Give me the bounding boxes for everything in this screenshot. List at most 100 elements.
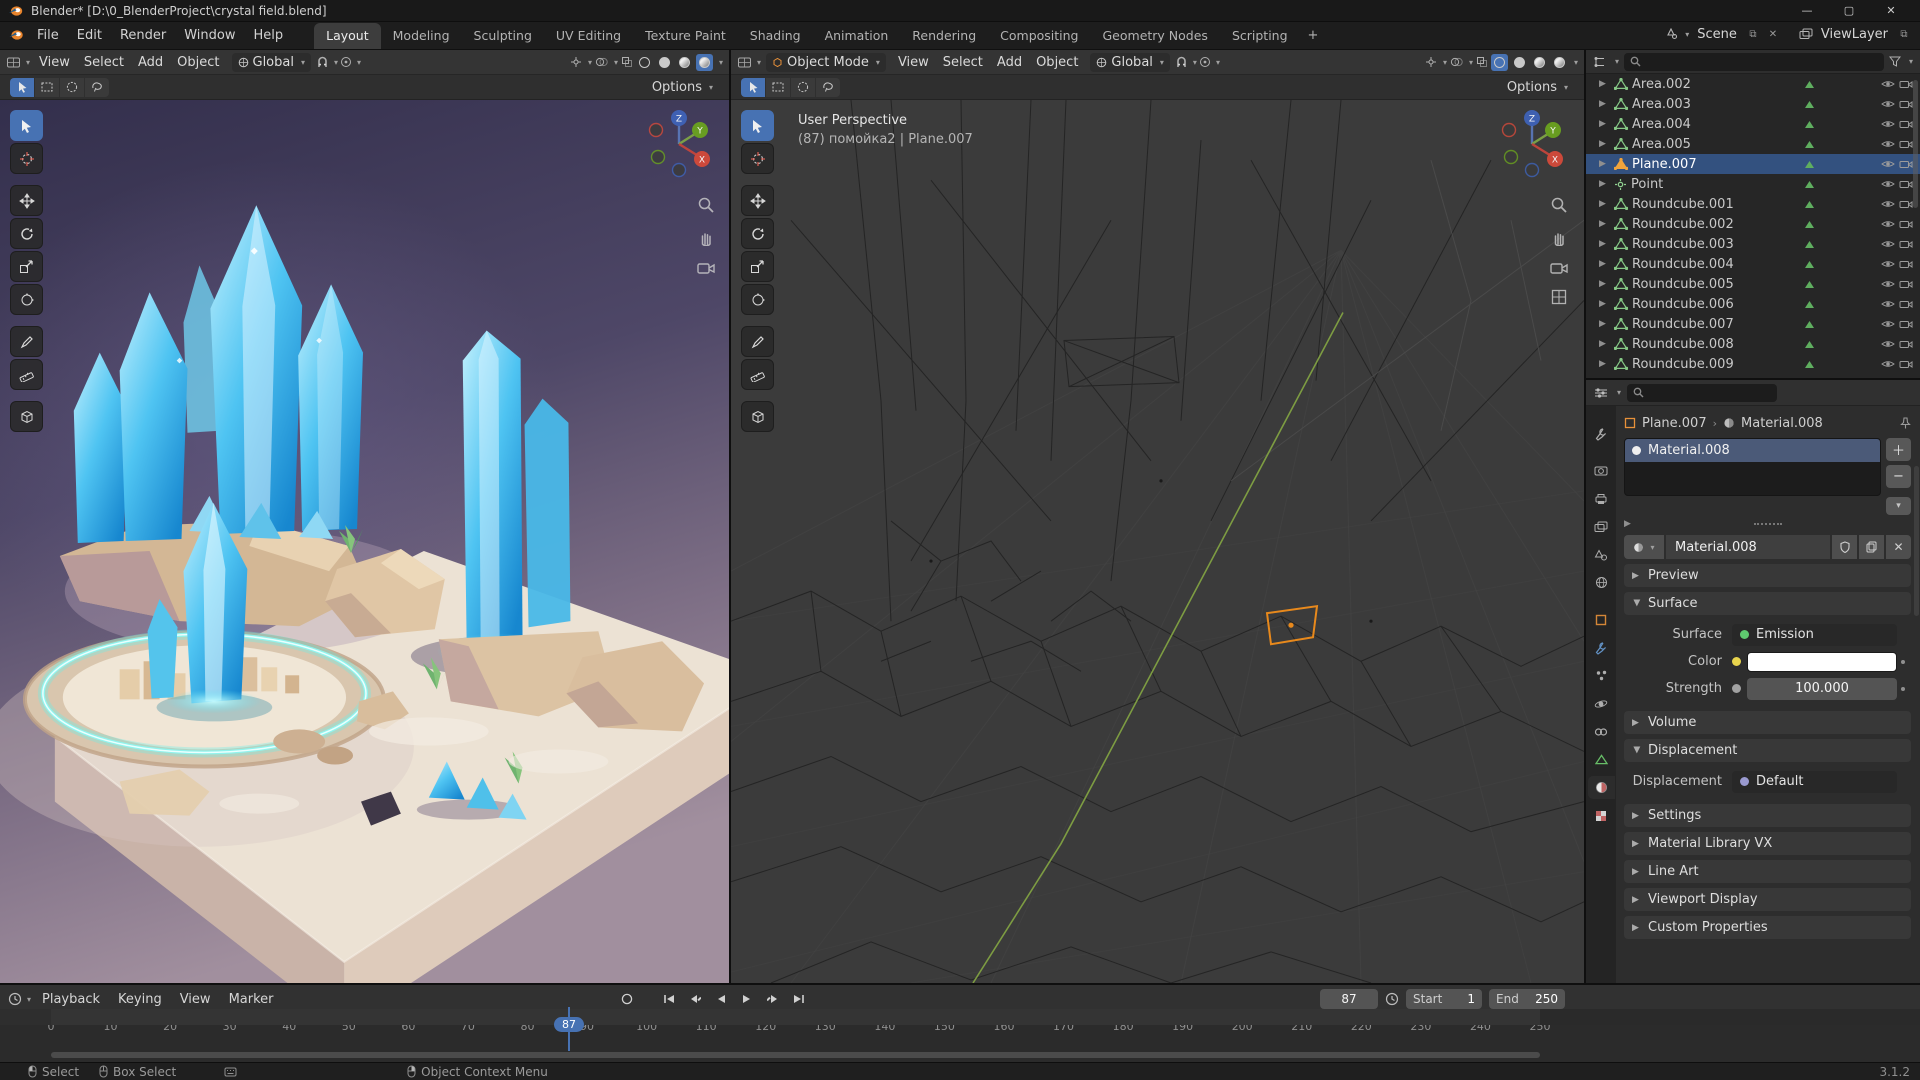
slot-list-grip[interactable]: ▶ — [1624, 517, 1911, 530]
eye-icon[interactable] — [1881, 219, 1895, 229]
transform-orientation-dropdown[interactable]: Global ▾ — [232, 53, 312, 72]
expand-caret-icon[interactable]: ▶ — [1599, 319, 1610, 329]
viewport-menu-item[interactable]: Add — [990, 52, 1029, 73]
tab-object-data[interactable] — [1588, 748, 1615, 771]
shading-solid-button[interactable] — [656, 54, 673, 71]
shading-rendered-button[interactable] — [696, 54, 713, 71]
play-reverse-button[interactable] — [709, 989, 733, 1009]
add-slot-button[interactable]: ＋ — [1886, 438, 1911, 461]
pan-hand-icon[interactable] — [698, 229, 715, 246]
playhead-frame-badge[interactable]: 87 — [554, 1017, 584, 1032]
expand-caret-icon[interactable]: ▶ — [1599, 199, 1610, 209]
shading-solid-button[interactable] — [1511, 54, 1528, 71]
viewport-menu-item[interactable]: View — [891, 52, 936, 73]
viewport-right-canvas[interactable]: User Perspective (87) помойка2 | Plane.0… — [731, 100, 1584, 983]
outliner-row[interactable]: ▶ Roundcube.010 — [1586, 374, 1920, 378]
select-tweak-button[interactable] — [741, 78, 765, 97]
transform-orientation-dropdown[interactable]: Global ▾ — [1090, 53, 1170, 72]
tool-measure[interactable] — [10, 359, 43, 390]
tab-view-layer[interactable] — [1588, 515, 1615, 538]
expand-caret-icon[interactable]: ▶ — [1599, 79, 1610, 89]
workspace-tab[interactable]: Shading — [738, 23, 813, 49]
proportional-edit-icon[interactable] — [340, 56, 352, 68]
tool-rotate[interactable] — [10, 218, 43, 249]
panel-surface-header[interactable]: ▶ Surface — [1624, 592, 1911, 615]
camera-visibility-icon[interactable] — [1899, 119, 1913, 129]
minimize-button[interactable]: — — [1786, 0, 1828, 22]
outliner-scrollbar[interactable] — [1913, 80, 1918, 208]
properties-scrollbar[interactable] — [1914, 466, 1919, 616]
breadcrumb-material[interactable]: Material.008 — [1741, 416, 1823, 431]
expand-caret-icon[interactable]: ▶ — [1599, 239, 1610, 249]
show-gizmo-icon[interactable] — [570, 56, 582, 68]
tab-texture[interactable] — [1588, 804, 1615, 827]
camera-visibility-icon[interactable] — [1899, 279, 1913, 289]
scene-icon[interactable] — [1664, 28, 1678, 40]
workspace-tab[interactable]: Rendering — [900, 23, 988, 49]
properties-search-input[interactable] — [1627, 384, 1777, 402]
filter-caret[interactable]: ▾ — [1909, 57, 1913, 66]
expand-caret-icon[interactable]: ▶ — [1599, 139, 1610, 149]
viewport-left-options-button[interactable]: Options ▾ — [646, 78, 719, 97]
editor-type-timeline-icon[interactable] — [8, 992, 22, 1006]
select-lasso-button[interactable] — [85, 78, 109, 97]
select-lasso-button[interactable] — [816, 78, 840, 97]
show-gizmo-icon[interactable] — [1425, 56, 1437, 68]
show-overlays-icon[interactable] — [595, 56, 608, 68]
viewport-menu-item[interactable]: View — [32, 52, 77, 73]
copy-material-icon[interactable] — [1859, 535, 1884, 559]
camera-view-icon[interactable] — [697, 261, 715, 274]
xray-toggle-icon[interactable] — [621, 56, 633, 68]
expand-caret-icon[interactable]: ▶ — [1599, 339, 1610, 349]
workspace-tab[interactable]: Sculpting — [462, 23, 544, 49]
panel-volume-header[interactable]: ▶ Volume — [1624, 711, 1911, 734]
tab-physics[interactable] — [1588, 692, 1615, 715]
tab-object[interactable] — [1588, 608, 1615, 631]
camera-visibility-icon[interactable] — [1899, 319, 1913, 329]
outliner-search-input[interactable] — [1624, 53, 1884, 71]
editor-type-caret[interactable]: ▾ — [27, 995, 31, 1004]
keyframe-dot-icon[interactable] — [1897, 687, 1909, 691]
select-box-button[interactable] — [35, 78, 59, 97]
outliner-row[interactable]: ▶ Roundcube.009 — [1586, 354, 1920, 374]
expand-caret-icon[interactable]: ▶ — [1599, 279, 1610, 289]
camera-visibility-icon[interactable] — [1899, 79, 1913, 89]
panel-preview-header[interactable]: ▶ Preview — [1624, 564, 1911, 587]
panel-viewport-display-header[interactable]: ▶ Viewport Display — [1624, 888, 1911, 911]
prev-keyframe-button[interactable] — [683, 989, 707, 1009]
tool-add-cube[interactable] — [741, 401, 774, 432]
unlink-material-icon[interactable]: ✕ — [1886, 535, 1911, 559]
timeline-menu-item[interactable]: Marker — [220, 989, 283, 1010]
editor-type-caret[interactable]: ▾ — [757, 58, 761, 67]
expand-caret-icon[interactable]: ▶ — [1599, 359, 1610, 369]
outliner-row[interactable]: ▶ Area.005 — [1586, 134, 1920, 154]
select-circle-button[interactable] — [60, 78, 84, 97]
viewport-left-canvas[interactable]: Z Y X — [0, 100, 729, 983]
tool-annotate[interactable] — [10, 326, 43, 357]
timeline-menu-item[interactable]: Keying — [109, 989, 171, 1010]
editor-type-caret[interactable]: ▾ — [26, 58, 30, 67]
tool-scale[interactable] — [10, 251, 43, 282]
camera-visibility-icon[interactable] — [1899, 99, 1913, 109]
panel-line-art-header[interactable]: ▶ Line Art — [1624, 860, 1911, 883]
eye-icon[interactable] — [1881, 279, 1895, 289]
proportional-caret[interactable]: ▾ — [357, 58, 361, 67]
tab-output[interactable] — [1588, 487, 1615, 510]
navigation-gizmo[interactable]: Z Y X — [641, 106, 717, 182]
material-slot-list[interactable]: Material.008 — [1624, 438, 1881, 496]
eye-icon[interactable] — [1881, 79, 1895, 89]
play-button[interactable] — [735, 989, 759, 1009]
pan-hand-icon[interactable] — [1551, 229, 1568, 246]
shading-caret[interactable]: ▾ — [1574, 58, 1578, 67]
tool-rotate[interactable] — [741, 218, 774, 249]
scene-unlink-icon[interactable]: ✕ — [1765, 26, 1781, 42]
eye-icon[interactable] — [1881, 119, 1895, 129]
eye-icon[interactable] — [1881, 99, 1895, 109]
workspace-tab[interactable]: Geometry Nodes — [1091, 23, 1220, 49]
expand-caret-icon[interactable]: ▶ — [1599, 219, 1610, 229]
outliner-row[interactable]: ▶ Point — [1586, 174, 1920, 194]
select-box-button[interactable] — [766, 78, 790, 97]
camera-visibility-icon[interactable] — [1899, 179, 1913, 189]
tool-cursor[interactable] — [10, 143, 43, 174]
snap-caret[interactable]: ▾ — [334, 58, 338, 67]
